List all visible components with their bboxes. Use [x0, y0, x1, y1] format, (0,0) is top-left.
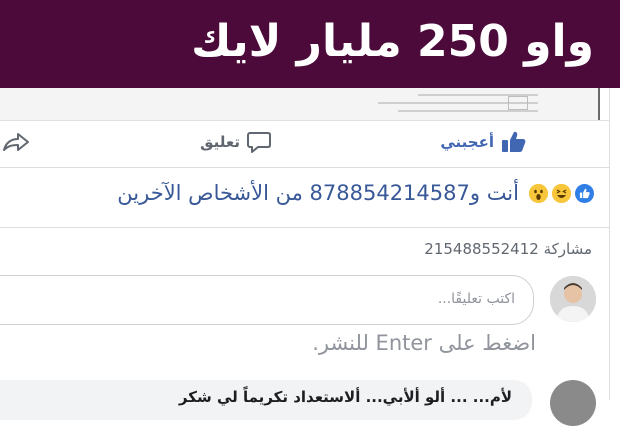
like-label: أعجبني	[440, 133, 494, 151]
comment-bubble-icon	[246, 130, 272, 154]
reply-text: لأم... ... ألو ألأبي... ألاستعداد تكريما…	[178, 388, 512, 406]
reactions-summary[interactable]: أنت و878854214587 من الأشخاص الآخرين	[117, 181, 594, 205]
share-arrow-icon	[2, 130, 30, 154]
card-right-border	[609, 88, 610, 400]
post-hint-text: اضغط على Enter للنشر.	[312, 331, 536, 355]
avatar[interactable]	[550, 276, 596, 322]
divider	[0, 167, 610, 168]
reactions-count-text[interactable]: أنت و878854214587 من الأشخاص الآخرين	[117, 181, 519, 205]
share-button[interactable]	[2, 130, 30, 154]
image-detail-line	[398, 110, 538, 112]
like-reaction-icon	[575, 183, 594, 203]
comment-box[interactable]	[0, 275, 534, 325]
image-detail-box	[508, 96, 528, 110]
shares-count[interactable]: مشاركة 215488552412	[424, 240, 592, 258]
image-bottom-border	[0, 120, 610, 121]
comment-label: تعليق	[200, 133, 240, 151]
banner-title: واو 250 مليار لايك	[191, 16, 594, 67]
avatar[interactable]	[550, 380, 596, 426]
like-button[interactable]: أعجبني	[440, 130, 526, 154]
reply-bubble[interactable]: لأم... ... ألو ألأبي... ألاستعداد تكريما…	[0, 380, 532, 420]
divider	[0, 227, 610, 228]
header-banner: واو 250 مليار لايك	[0, 0, 620, 88]
wow-reaction-icon	[529, 183, 548, 203]
post-image[interactable]	[0, 88, 600, 120]
thumbs-up-icon	[500, 130, 526, 154]
comment-input[interactable]	[213, 290, 517, 308]
comment-button[interactable]: تعليق	[200, 130, 272, 154]
haha-reaction-icon	[552, 183, 571, 203]
